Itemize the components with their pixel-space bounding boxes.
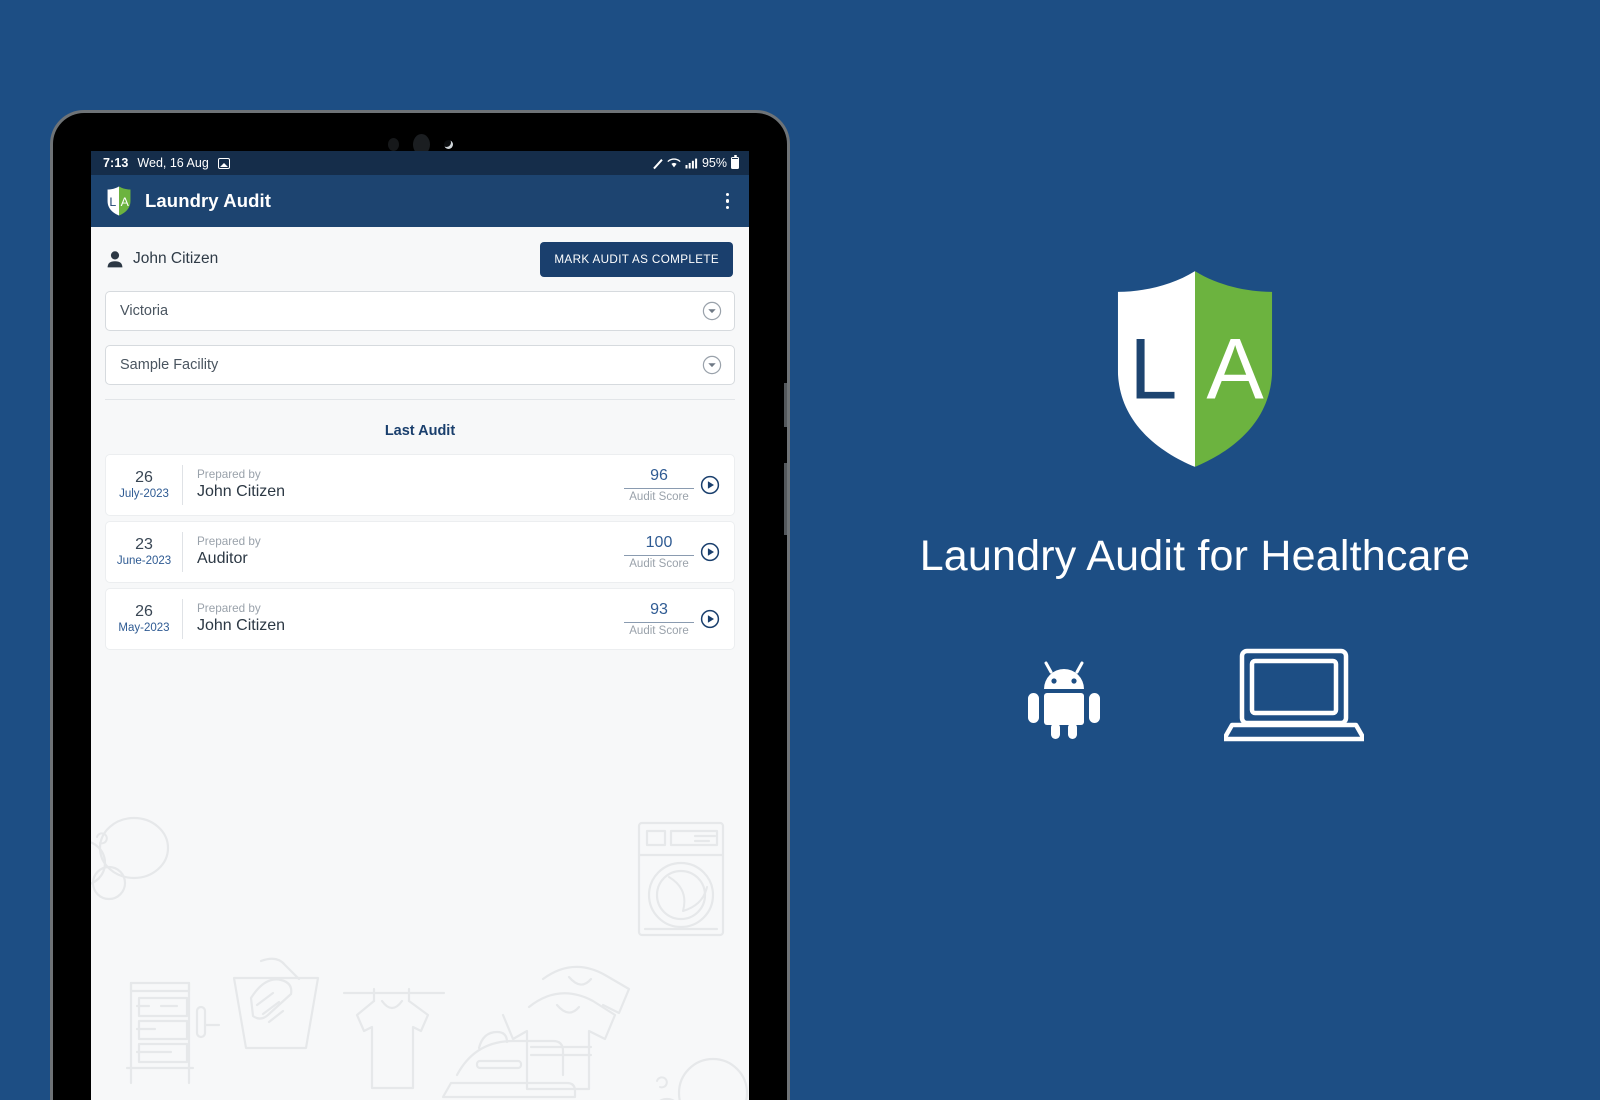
- signal-bars-icon: [685, 158, 698, 169]
- audit-month-year: July-2023: [119, 488, 169, 500]
- android-icon: [1028, 661, 1100, 739]
- soap-bubbles-icon: [98, 816, 170, 880]
- audit-score: 96 Audit Score: [624, 467, 694, 503]
- current-user-row: John Citizen MARK AUDIT AS COMPLETE: [105, 227, 735, 291]
- photo-icon: [217, 157, 230, 169]
- la-shield-logo-icon: L A: [107, 186, 131, 216]
- audit-date: 26 May-2023: [106, 603, 182, 636]
- table-row[interactable]: 26 July-2023 Prepared by John Citizen 96…: [105, 454, 735, 516]
- brand-panel: L A Laundry Audit for Healthcare: [790, 0, 1600, 1100]
- tshirt-hanging-icon: [342, 987, 446, 1090]
- audit-score-label: Audit Score: [629, 624, 689, 637]
- top-panel: John Citizen MARK AUDIT AS COMPLETE Vict…: [91, 227, 749, 400]
- audit-month-year: June-2023: [116, 555, 172, 567]
- laundry-watermark-illustration: [91, 816, 749, 1100]
- prepared-by-name: John Citizen: [197, 617, 286, 635]
- app-bar: L A Laundry Audit: [91, 175, 749, 227]
- drying-rack-icon: [125, 981, 221, 1085]
- washing-machine-icon: [637, 821, 725, 937]
- person-icon: [107, 250, 123, 267]
- table-row[interactable]: 26 May-2023 Prepared by John Citizen 93 …: [105, 588, 735, 650]
- facility-select[interactable]: Sample Facility: [105, 345, 735, 385]
- state-select[interactable]: Victoria: [105, 291, 735, 331]
- audit-score: 100 Audit Score: [624, 534, 694, 570]
- audit-preparer: Prepared by John Citizen: [183, 601, 624, 637]
- mark-audit-complete-button[interactable]: MARK AUDIT AS COMPLETE: [540, 241, 733, 277]
- audit-score-label: Audit Score: [629, 490, 689, 503]
- play-circle-icon[interactable]: [700, 542, 720, 562]
- brand-tagline: Laundry Audit for Healthcare: [919, 532, 1471, 580]
- prepared-by-name: John Citizen: [197, 483, 286, 501]
- laptop-icon: [1224, 648, 1364, 742]
- chevron-down-circle-icon[interactable]: [702, 355, 722, 375]
- prepared-by-label: Prepared by: [197, 535, 261, 548]
- status-date: Wed, 16 Aug: [137, 156, 209, 170]
- current-user-name: John Citizen: [133, 250, 219, 267]
- audit-preparer: Prepared by Auditor: [183, 534, 624, 570]
- sensor-dot-icon: [387, 137, 399, 151]
- platform-icons: [1026, 647, 1364, 743]
- last-audit-heading: Last Audit: [384, 423, 456, 439]
- chevron-down-circle-icon[interactable]: [702, 301, 722, 321]
- screen-content: John Citizen MARK AUDIT AS COMPLETE Vict…: [91, 227, 749, 1100]
- audit-day: 26: [135, 602, 153, 620]
- audit-day: 26: [135, 468, 153, 486]
- ambient-sensor-icon: [443, 139, 453, 149]
- audit-score-label: Audit Score: [629, 557, 689, 570]
- audit-date: 23 June-2023: [106, 536, 182, 569]
- audit-day: 23: [135, 535, 153, 553]
- play-circle-icon[interactable]: [700, 609, 720, 629]
- logo-letter-a: A: [1206, 322, 1264, 418]
- device-screen: 7:13 Wed, 16 Aug 95% L A Laundry Audit J…: [91, 151, 749, 1100]
- audit-score: 93 Audit Score: [624, 601, 694, 637]
- status-bar: 7:13 Wed, 16 Aug 95%: [91, 151, 749, 175]
- battery-icon: [731, 155, 739, 169]
- facility-select-value: Sample Facility: [120, 357, 219, 373]
- audit-score-value: 96: [624, 467, 694, 489]
- svg-text:L: L: [109, 195, 116, 209]
- state-select-value: Victoria: [120, 303, 169, 319]
- status-time: 7:13: [103, 156, 129, 170]
- prepared-by-label: Prepared by: [197, 602, 261, 615]
- table-row[interactable]: 23 June-2023 Prepared by Auditor 100 Aud…: [105, 521, 735, 583]
- logo-letter-l: L: [1130, 322, 1178, 418]
- prepared-by-label: Prepared by: [197, 468, 261, 481]
- audit-preparer: Prepared by John Citizen: [183, 467, 624, 503]
- folded-shirts-icon: [501, 965, 631, 1091]
- prepared-by-name: Auditor: [197, 550, 248, 568]
- iron-icon: [441, 1030, 577, 1099]
- tablet-device: 7:13 Wed, 16 Aug 95% L A Laundry Audit J…: [50, 110, 790, 1100]
- play-circle-icon[interactable]: [700, 475, 720, 495]
- kebab-menu-icon[interactable]: [722, 187, 734, 216]
- battery-percent: 95%: [701, 156, 727, 170]
- volume-button[interactable]: [784, 463, 787, 535]
- app-bar-title: Laundry Audit: [145, 190, 271, 211]
- hand-wash-icon: [232, 957, 320, 1050]
- audit-list: 26 July-2023 Prepared by John Citizen 96…: [91, 454, 749, 650]
- svg-text:A: A: [121, 195, 130, 209]
- wifi-icon: [667, 158, 681, 168]
- audit-score-value: 93: [624, 601, 694, 623]
- audit-score-value: 100: [624, 534, 694, 556]
- pencil-icon: [652, 158, 663, 169]
- power-button[interactable]: [784, 383, 787, 427]
- la-shield-logo-icon: L A: [1117, 271, 1273, 467]
- audit-month-year: May-2023: [118, 622, 170, 634]
- audit-date: 26 July-2023: [106, 469, 182, 502]
